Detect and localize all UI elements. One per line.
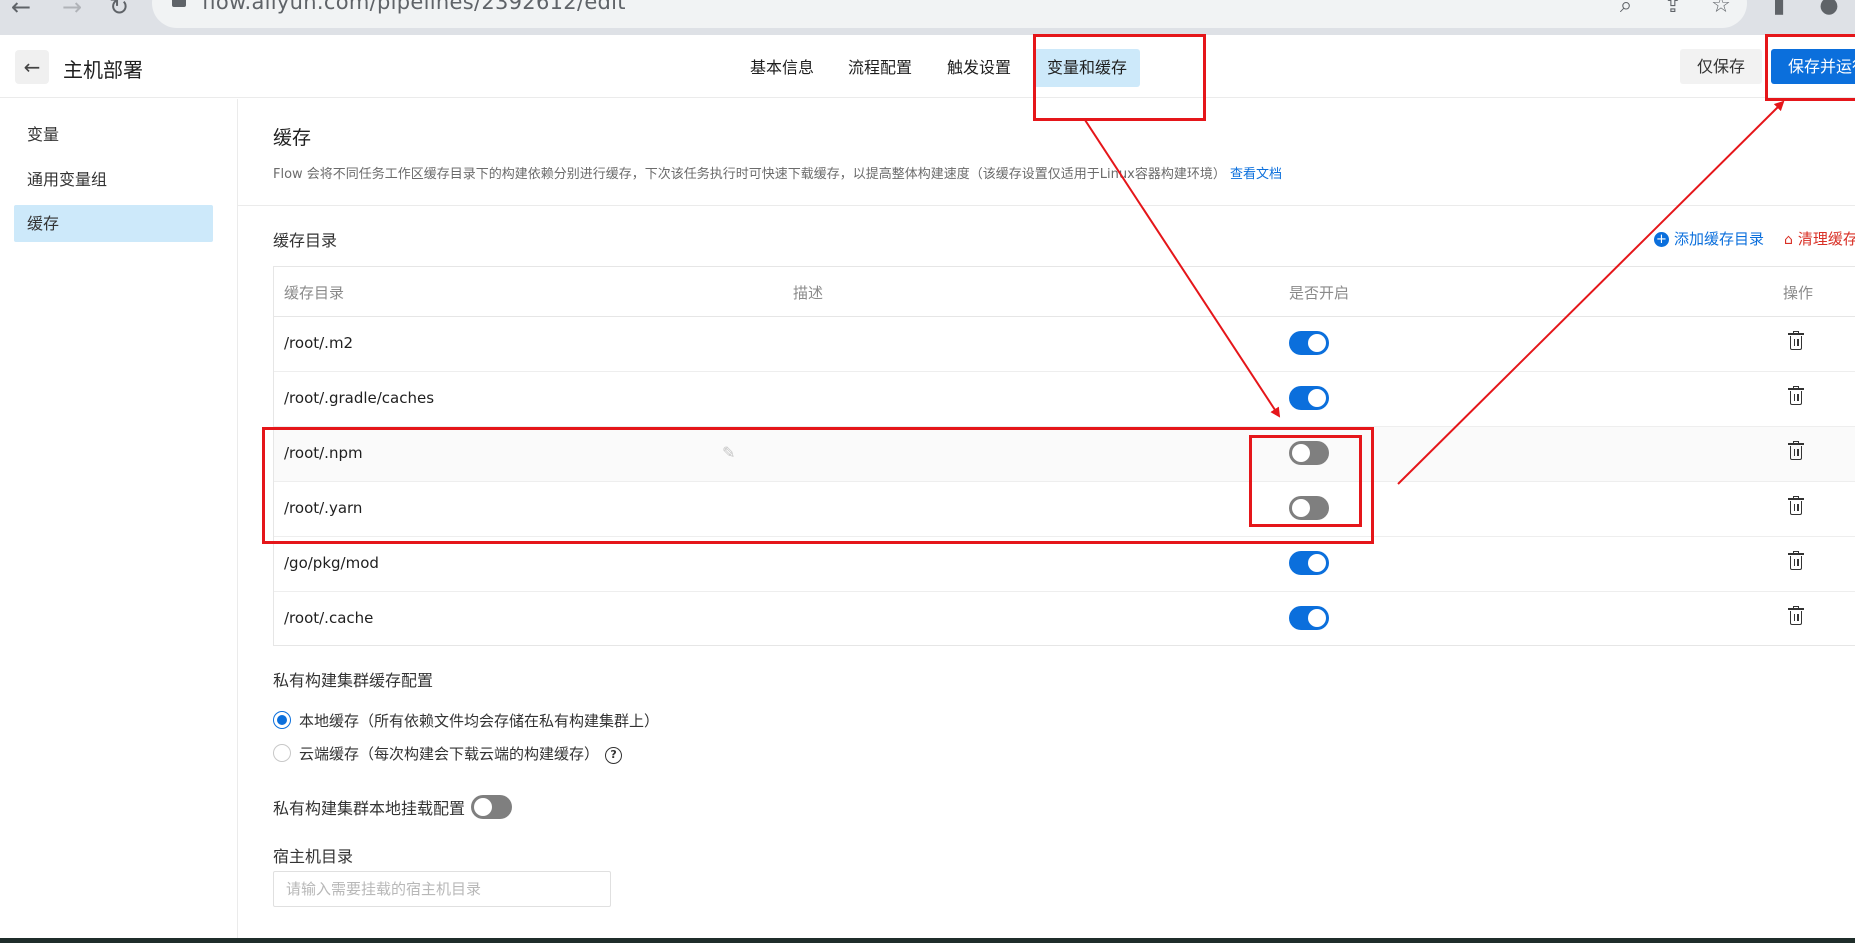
- add-cache-dir-label: 添加缓存目录: [1674, 230, 1765, 248]
- share-icon[interactable]: ⇪: [1659, 0, 1687, 20]
- delete-icon[interactable]: [1788, 441, 1804, 461]
- local-mount-toggle[interactable]: [471, 795, 512, 819]
- enable-toggle[interactable]: [1289, 386, 1329, 410]
- add-cache-dir-button[interactable]: + 添加缓存目录: [1654, 228, 1764, 249]
- star-icon[interactable]: ☆: [1707, 0, 1735, 20]
- radio-local-cache[interactable]: 本地缓存（所有依赖文件均会存储在私有构建集群上）: [273, 710, 659, 731]
- radio-local-cache-label: 本地缓存（所有依赖文件均会存储在私有构建集群上）: [299, 712, 660, 730]
- cache-dir-path: /root/.gradle/caches: [284, 389, 435, 407]
- sidebar-item-variable-groups[interactable]: 通用变量组: [14, 161, 213, 198]
- table-row: /go/pkg/mod: [274, 537, 1855, 592]
- back-icon: ←: [23, 55, 41, 79]
- cache-description-text: Flow 会将不同任务工作区缓存目录下的构建依赖分别进行缓存，下次该任务执行时可…: [273, 167, 1226, 182]
- back-arrow-icon[interactable]: ←: [6, 0, 36, 22]
- annotation-box-variables-tab: [1033, 34, 1206, 121]
- table-header: 缓存目录 描述 是否开启 操作: [274, 267, 1855, 317]
- delete-icon[interactable]: [1788, 551, 1804, 571]
- help-icon[interactable]: ?: [605, 747, 623, 764]
- page-title: 主机部署: [63, 58, 143, 82]
- radio-button[interactable]: [273, 744, 291, 762]
- table-row: /root/.cache: [274, 592, 1855, 647]
- clear-cache-label: 清理缓存: [1797, 230, 1855, 248]
- enable-toggle[interactable]: [1289, 606, 1329, 630]
- tab-flow-config[interactable]: 流程配置: [835, 49, 925, 87]
- delete-icon[interactable]: [1788, 496, 1804, 516]
- save-only-button[interactable]: 仅保存: [1680, 49, 1762, 84]
- annotation-box-save-run: [1765, 34, 1855, 101]
- table-row: /root/.m2: [274, 317, 1855, 372]
- radio-cloud-cache[interactable]: 云端缓存（每次构建会下载云端的构建缓存）?: [273, 743, 623, 764]
- annotation-box-toggles: [1249, 435, 1362, 527]
- clear-cache-button[interactable]: ⌂ 清理缓存: [1784, 228, 1855, 249]
- lock-icon[interactable]: [172, 0, 186, 7]
- plus-circle-icon: +: [1654, 232, 1669, 247]
- cache-description: Flow 会将不同任务工作区缓存目录下的构建依赖分别进行缓存，下次该任务执行时可…: [273, 163, 1282, 182]
- browser-toolbar: ← → ↻ flow.aliyun.com/pipelines/2392612/…: [0, 0, 1855, 35]
- local-mount-label: 私有构建集群本地挂载配置: [273, 799, 466, 818]
- app-header: ← 主机部署 基本信息 流程配置 触发设置 变量和缓存 仅保存 保存并运行: [0, 35, 1855, 98]
- cache-dir-path: /go/pkg/mod: [284, 554, 379, 572]
- delete-icon[interactable]: [1788, 606, 1804, 626]
- sidebar-item-variables[interactable]: 变量: [14, 116, 213, 153]
- divider: [238, 205, 1855, 206]
- column-header-actions: 操作: [1783, 284, 1814, 302]
- clean-icon: ⌂: [1784, 232, 1793, 248]
- delete-icon[interactable]: [1788, 386, 1804, 406]
- zoom-icon[interactable]: ⌕: [1612, 0, 1640, 20]
- private-cluster-cache-title: 私有构建集群缓存配置: [273, 671, 434, 690]
- table-row: /root/.gradle/caches: [274, 372, 1855, 427]
- sidebar-item-cache[interactable]: 缓存: [14, 205, 213, 242]
- annotation-box-rows: [262, 427, 1374, 544]
- column-header-description: 描述: [793, 284, 824, 302]
- extensions-icon[interactable]: ▮: [1765, 0, 1793, 20]
- cache-dir-path: /root/.cache: [284, 609, 374, 627]
- cache-section-title: 缓存: [273, 127, 312, 149]
- column-header-dir: 缓存目录: [284, 284, 345, 302]
- enable-toggle[interactable]: [1289, 331, 1329, 355]
- cache-dir-title: 缓存目录: [273, 231, 338, 250]
- enable-toggle[interactable]: [1289, 551, 1329, 575]
- sidebar: 变量 通用变量组 缓存: [0, 99, 238, 943]
- cache-dir-path: /root/.m2: [284, 334, 354, 352]
- address-url[interactable]: flow.aliyun.com/pipelines/2392612/edit: [202, 0, 626, 14]
- view-docs-link[interactable]: 查看文档: [1230, 167, 1282, 182]
- column-header-enabled: 是否开启: [1289, 284, 1350, 302]
- tab-trigger-settings[interactable]: 触发设置: [934, 49, 1024, 87]
- profile-icon[interactable]: ●: [1815, 0, 1843, 20]
- back-button[interactable]: ←: [15, 50, 49, 84]
- radio-button-checked[interactable]: [273, 711, 291, 729]
- tab-basic-info[interactable]: 基本信息: [737, 49, 827, 87]
- radio-cloud-cache-label: 云端缓存（每次构建会下载云端的构建缓存）: [299, 745, 600, 763]
- host-dir-input[interactable]: [273, 871, 611, 907]
- delete-icon[interactable]: [1788, 331, 1804, 351]
- host-dir-label: 宿主机目录: [273, 847, 354, 866]
- reload-icon[interactable]: ↻: [104, 0, 134, 22]
- taskbar-strip: [0, 938, 1855, 943]
- forward-arrow-icon[interactable]: →: [57, 0, 87, 22]
